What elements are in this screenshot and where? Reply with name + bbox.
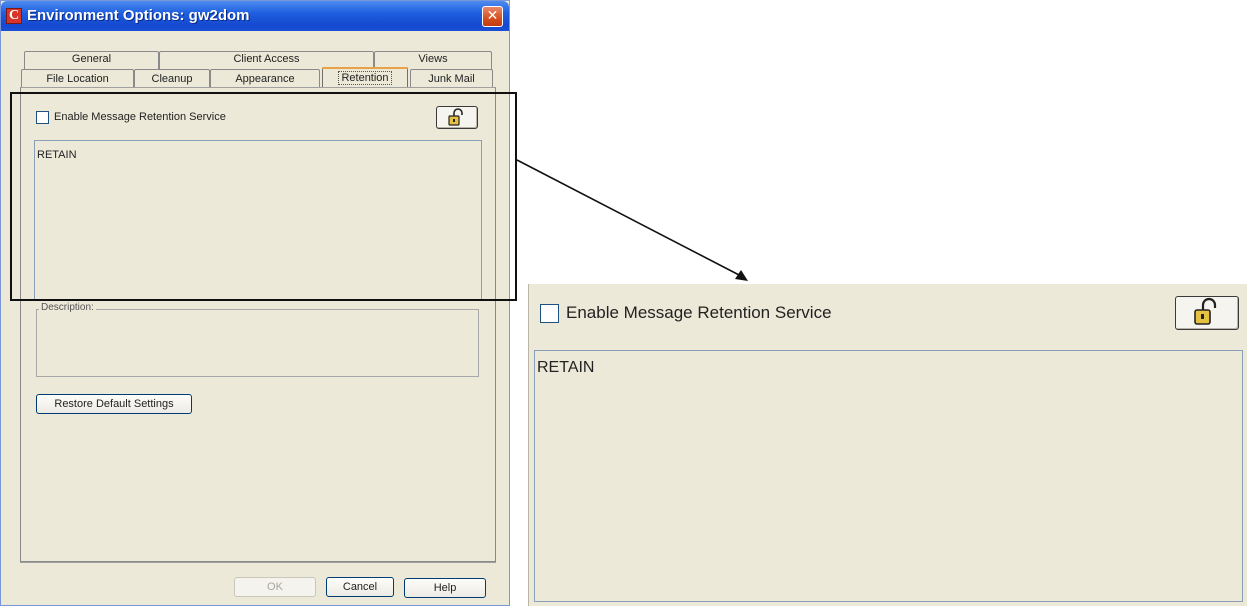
zoom-lock-button[interactable] bbox=[1175, 296, 1239, 330]
zoom-unlock-icon bbox=[1194, 297, 1217, 325]
zoom-enable-retention-label: Enable Message Retention Service bbox=[566, 303, 832, 322]
zoom-retention-list[interactable]: RETAIN bbox=[534, 350, 1243, 602]
zoom-retention-list-item[interactable]: RETAIN bbox=[537, 359, 594, 376]
zoomed-retention-view: Enable Message Retention Service RETAIN bbox=[528, 284, 1247, 606]
zoom-enable-retention-checkbox[interactable] bbox=[540, 304, 559, 323]
